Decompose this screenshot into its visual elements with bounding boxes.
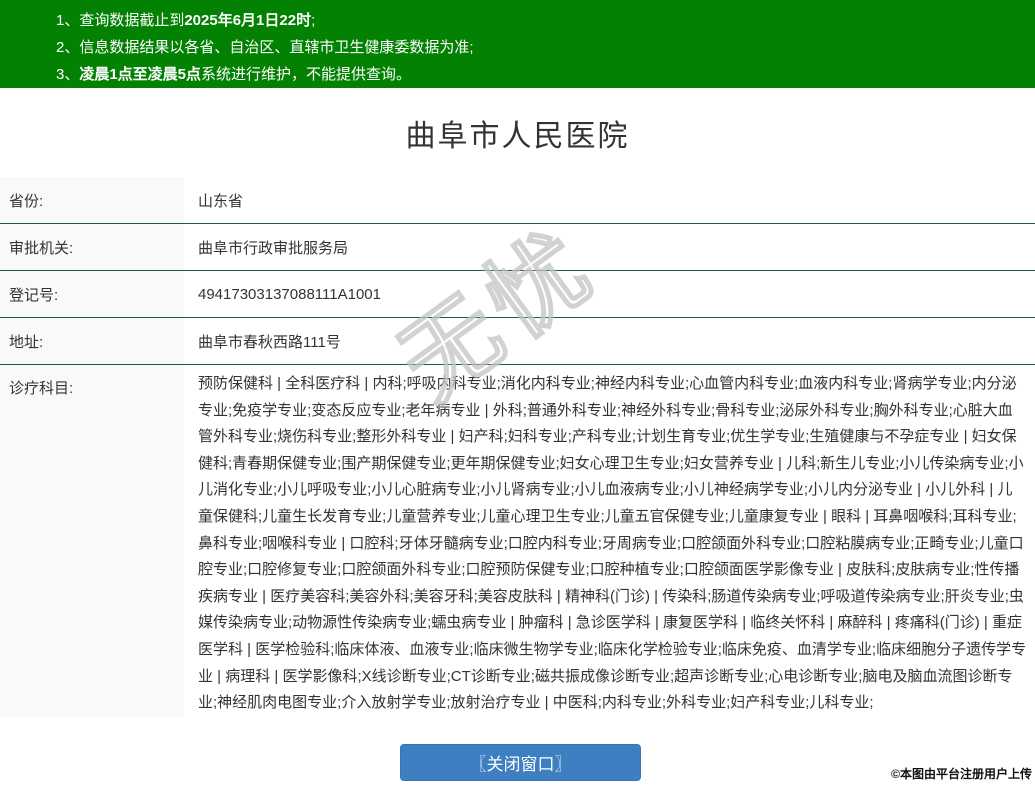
table-row-approval-authority: 审批机关: 曲阜市行政审批服务局	[0, 224, 1035, 271]
row-label: 登记号:	[0, 271, 184, 317]
close-window-button[interactable]: 〖关闭窗口〗	[400, 744, 641, 781]
notice-item-2: 2、信息数据结果以各省、自治区、直辖市卫生健康委数据为准;	[56, 39, 474, 56]
page-title: 曲阜市人民医院	[405, 119, 630, 153]
table-row-registration-number: 登记号: 49417303137088111A1001	[0, 271, 1035, 318]
row-label: 地址:	[0, 318, 184, 364]
table-row-departments: 诊疗科目: 预防保健科 | 全科医疗科 | 内科;呼吸内科专业;消化内科专业;神…	[0, 365, 1035, 717]
row-value: 49417303137088111A1001	[198, 285, 381, 303]
hospital-info-table: 省份: 山东省 审批机关: 曲阜市行政审批服务局 登记号: 4941730313…	[0, 177, 1035, 717]
notice-banner: 1、查询数据截止到2025年6月1日22时; 2、信息数据结果以各省、自治区、直…	[0, 0, 1035, 88]
title-bar: 曲阜市人民医院	[0, 88, 1035, 177]
notice-item-1: 1、查询数据截止到2025年6月1日22时;	[56, 12, 316, 29]
row-value: 预防保健科 | 全科医疗科 | 内科;呼吸内科专业;消化内科专业;神经内科专业;…	[198, 375, 1027, 712]
row-label: 审批机关:	[0, 224, 184, 270]
row-value: 山东省	[198, 192, 244, 210]
row-value: 曲阜市春秋西路111号	[198, 333, 341, 351]
table-row-province: 省份: 山东省	[0, 177, 1035, 224]
row-value: 曲阜市行政审批服务局	[198, 239, 349, 257]
copyright-note: ©本图由平台注册用户上传	[891, 767, 1032, 781]
row-label: 诊疗科目:	[0, 365, 184, 717]
table-row-address: 地址: 曲阜市春秋西路111号	[0, 318, 1035, 365]
row-label: 省份:	[0, 177, 184, 223]
notice-item-3: 3、凌晨1点至凌晨5点系统进行维护，不能提供查询。	[56, 66, 412, 83]
